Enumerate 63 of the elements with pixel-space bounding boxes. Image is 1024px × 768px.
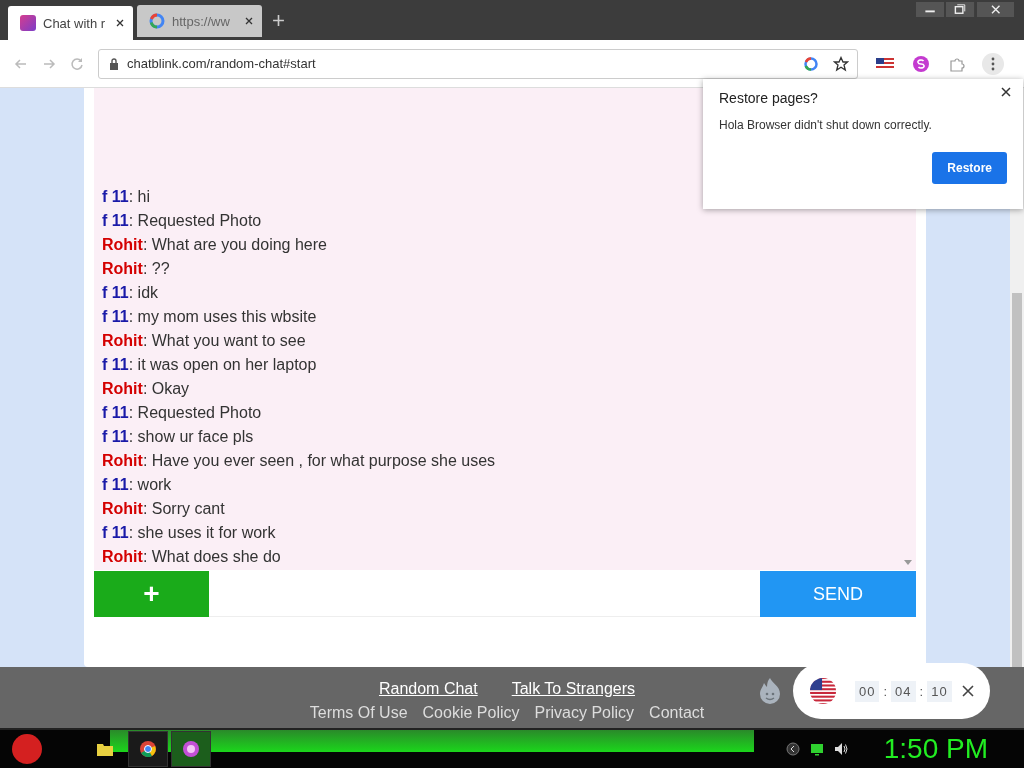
star-icon[interactable]: [833, 55, 849, 72]
chat-message: Rohit: ??: [102, 259, 171, 279]
restore-button[interactable]: Restore: [932, 152, 1007, 184]
browser-tab[interactable]: https://ww: [137, 5, 262, 37]
google-icon[interactable]: [803, 55, 819, 72]
chat-message: f 11: hi: [102, 187, 152, 207]
taskbar-button[interactable]: [128, 731, 168, 767]
chat-message: Rohit: Okay: [102, 379, 191, 399]
chat-message: f 11: she uses it for work: [102, 523, 277, 543]
folder-icon: [97, 741, 113, 757]
more-icon: [991, 56, 995, 71]
chat-message: Rohit: What you want to see: [102, 331, 307, 351]
footer-link[interactable]: Random Chat: [378, 680, 478, 698]
start-button[interactable]: [12, 734, 42, 764]
close-icon[interactable]: [976, 2, 1014, 17]
add-button[interactable]: +: [94, 571, 209, 617]
timer-seconds: 10: [927, 680, 952, 702]
app-icon: [183, 741, 199, 757]
chat-message: f 11: show ur face pls: [102, 427, 255, 447]
chat-message: f 11: idk: [102, 283, 160, 303]
minimize-icon[interactable]: [916, 2, 945, 17]
footer-link[interactable]: Terms Of Use: [309, 704, 408, 722]
browser-icon: [140, 741, 156, 757]
footer-link[interactable]: Cookie Policy: [422, 704, 520, 722]
chat-message: f 11: Requested Photo: [102, 403, 263, 423]
chat-message: f 11: my mom uses this wbsite: [102, 307, 318, 327]
chevron-icon[interactable]: [785, 742, 800, 756]
timer-separator: :: [883, 683, 888, 699]
site-icon: [20, 15, 36, 31]
timer-hours: 00: [855, 680, 880, 702]
close-icon[interactable]: [1001, 87, 1011, 97]
chat-message: f 11: it was open on her laptop: [102, 355, 318, 375]
close-icon[interactable]: [244, 16, 254, 26]
dialog-title: Restore pages?: [719, 90, 819, 106]
timer-separator: :: [919, 683, 924, 699]
taskbar-button[interactable]: [171, 731, 211, 767]
flame-face-icon[interactable]: [758, 677, 782, 705]
footer-link[interactable]: Talk To Strangers: [511, 680, 635, 698]
restore-icon[interactable]: [946, 2, 975, 17]
chat-message: f 11: Requested Photo: [102, 211, 263, 231]
chat-message: Rohit: Sorry cant: [102, 499, 226, 519]
close-icon[interactable]: [115, 18, 125, 28]
scroll-arrow-icon[interactable]: [904, 560, 912, 566]
google-icon: [149, 13, 165, 29]
dialog-message: Hola Browser didn't shut down correctly.: [719, 118, 933, 132]
monitor-icon[interactable]: [809, 742, 824, 756]
extension-icon[interactable]: [912, 55, 930, 72]
menu-button[interactable]: [982, 52, 1004, 75]
lock-icon: [109, 57, 119, 70]
new-tab-icon[interactable]: [272, 14, 285, 27]
speaker-icon[interactable]: [833, 742, 848, 756]
footer-link[interactable]: Contact: [649, 704, 705, 722]
timer-minutes: 04: [891, 680, 916, 702]
chat-message: f 11: work: [102, 475, 173, 495]
chat-message: Rohit: What are you doing here: [102, 235, 328, 255]
footer-link[interactable]: Privacy Policy: [534, 704, 635, 722]
chat-message: Rohit: Have you ever seen , for what purpose she uses: [102, 451, 497, 471]
send-button[interactable]: SEND: [760, 571, 916, 617]
close-icon[interactable]: [962, 685, 974, 697]
chat-message: Rohit: What does she do: [102, 547, 282, 567]
browser-tab[interactable]: Chat with r: [8, 6, 133, 40]
taskbar-clock[interactable]: 1:50 PM: [883, 733, 988, 765]
address-bar[interactable]: chatblink.com/random-chat#start: [98, 48, 858, 79]
